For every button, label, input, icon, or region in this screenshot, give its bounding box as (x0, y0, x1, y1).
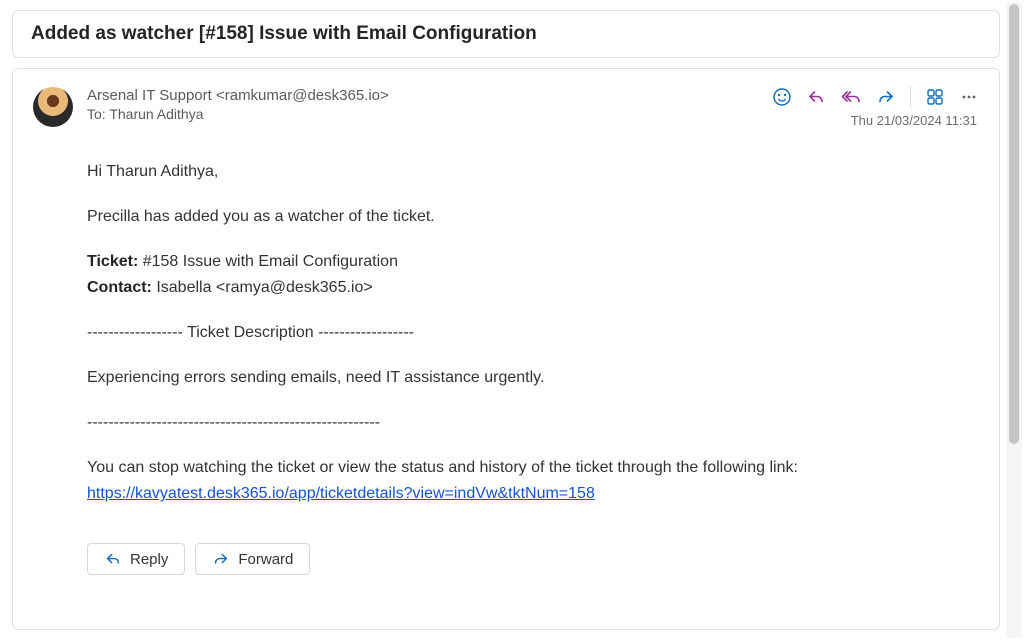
reply-icon[interactable] (806, 87, 826, 107)
ticket-line: Ticket: #158 Issue with Email Configurat… (87, 250, 979, 275)
recipients-line[interactable]: To: Tharun Adithya (87, 106, 772, 122)
sender-line[interactable]: Arsenal IT Support <ramkumar@desk365.io> (87, 87, 772, 104)
message-body: Hi Tharun Adithya, Precilla has added yo… (87, 160, 979, 507)
scrollbar-thumb[interactable] (1009, 4, 1019, 444)
message-actions (772, 87, 979, 107)
reply-arrow-icon (104, 550, 122, 568)
ticket-label: Ticket: (87, 253, 138, 270)
to-label: To: (87, 106, 106, 122)
forward-arrow-icon (212, 550, 230, 568)
ticket-value: #158 Issue with Email Configuration (138, 253, 398, 270)
more-actions-icon[interactable] (959, 87, 979, 107)
reply-all-icon[interactable] (840, 87, 862, 107)
subject-card: Added as watcher [#158] Issue with Email… (12, 10, 1000, 58)
footer-text: You can stop watching the ticket or view… (87, 456, 979, 481)
recipient-name: Tharun Adithya (109, 106, 203, 122)
divider-heading: ------------------ Ticket Description --… (87, 321, 979, 346)
reply-actions: Reply Forward (87, 543, 979, 575)
smiley-icon[interactable] (772, 87, 792, 107)
contact-label: Contact: (87, 279, 152, 296)
sender-name: Arsenal IT Support (87, 87, 212, 104)
greeting: Hi Tharun Adithya, (87, 160, 979, 185)
forward-label: Forward (238, 551, 293, 568)
ticket-description: Experiencing errors sending emails, need… (87, 366, 979, 391)
email-subject: Added as watcher [#158] Issue with Email… (31, 23, 981, 45)
forward-button[interactable]: Forward (195, 543, 310, 575)
reply-button[interactable]: Reply (87, 543, 185, 575)
message-card: Arsenal IT Support <ramkumar@desk365.io>… (12, 68, 1000, 630)
sender-email: <ramkumar@desk365.io> (216, 87, 389, 104)
contact-value: Isabella <ramya@desk365.io> (152, 279, 373, 296)
divider-line: ----------------------------------------… (87, 411, 979, 436)
apps-icon[interactable] (925, 87, 945, 107)
reply-label: Reply (130, 551, 168, 568)
intro: Precilla has added you as a watcher of t… (87, 205, 979, 230)
forward-icon[interactable] (876, 87, 896, 107)
timestamp: Thu 21/03/2024 11:31 (772, 113, 979, 128)
ticket-link[interactable]: https://kavyatest.desk365.io/app/ticketd… (87, 485, 595, 502)
scrollbar[interactable] (1006, 2, 1022, 638)
action-divider (910, 87, 911, 107)
avatar[interactable] (33, 87, 73, 127)
contact-line: Contact: Isabella <ramya@desk365.io> (87, 276, 979, 301)
